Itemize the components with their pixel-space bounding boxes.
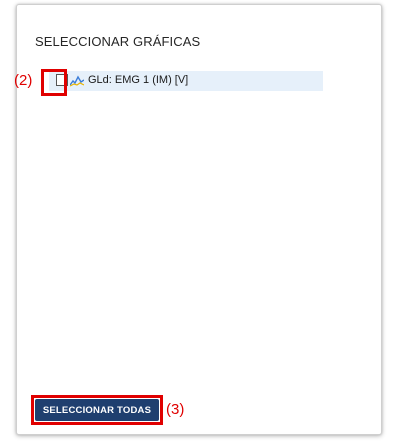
graph-checkbox[interactable] bbox=[56, 74, 68, 86]
graph-label: GLd: EMG 1 (IM) [V] bbox=[88, 74, 189, 86]
checkbox-callout-label: (2) bbox=[14, 72, 33, 89]
button-callout-label: (3) bbox=[166, 401, 185, 418]
graph-list-item[interactable]: GLd: EMG 1 (IM) [V] bbox=[49, 71, 323, 91]
select-graphs-panel: SELECCIONAR GRÁFICAS bbox=[16, 4, 382, 435]
screenshot-stage: SELECCIONAR GRÁFICAS GLd: EMG 1 (IM) [V]… bbox=[0, 0, 401, 444]
panel-title: SELECCIONAR GRÁFICAS bbox=[35, 34, 201, 49]
line-chart-icon bbox=[69, 74, 85, 87]
select-all-button[interactable]: SELECCIONAR TODAS bbox=[35, 399, 159, 421]
